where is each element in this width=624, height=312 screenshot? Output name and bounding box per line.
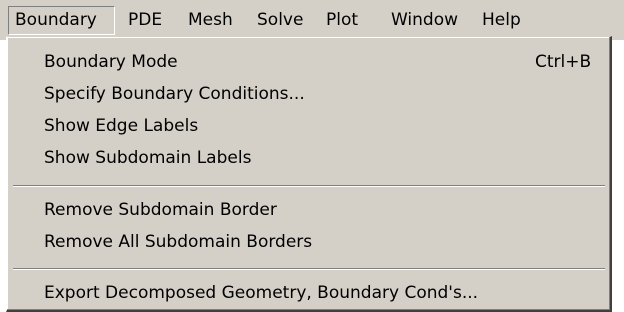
menu-item-label: Specify Boundary Conditions... <box>44 84 305 104</box>
menu-item-label: Boundary Mode <box>44 52 178 72</box>
menu-separator <box>13 185 605 187</box>
menu-item-remove-all-subdomain-borders[interactable]: Remove All Subdomain Borders <box>7 227 607 257</box>
menu-window[interactable]: Window <box>385 6 464 35</box>
app-window: Boundary PDE Mesh Solve Plot Window Help… <box>0 0 624 312</box>
menu-plot[interactable]: Plot <box>320 6 364 35</box>
menu-item-show-edge-labels[interactable]: Show Edge Labels <box>7 111 607 141</box>
menu-item-remove-subdomain-border[interactable]: Remove Subdomain Border <box>7 195 607 225</box>
menu-item-label: Show Edge Labels <box>44 116 199 136</box>
menu-item-label: Show Subdomain Labels <box>44 148 252 168</box>
menu-item-shortcut: Ctrl+B <box>535 52 592 72</box>
menu-separator <box>13 268 605 270</box>
menu-help[interactable]: Help <box>476 6 527 35</box>
menu-pde[interactable]: PDE <box>122 6 168 35</box>
menu-bar: Boundary PDE Mesh Solve Plot Window Help <box>0 0 624 40</box>
menu-mesh[interactable]: Mesh <box>182 6 239 35</box>
boundary-dropdown-menu: Boundary Mode Ctrl+B Specify Boundary Co… <box>6 36 612 312</box>
menu-item-specify-boundary-conditions[interactable]: Specify Boundary Conditions... <box>7 79 607 109</box>
menu-item-label: Remove All Subdomain Borders <box>44 232 313 252</box>
menu-item-label: Export Decomposed Geometry, Boundary Con… <box>44 283 479 303</box>
menu-boundary[interactable]: Boundary <box>8 6 115 35</box>
menu-item-boundary-mode[interactable]: Boundary Mode Ctrl+B <box>7 47 607 77</box>
menu-item-show-subdomain-labels[interactable]: Show Subdomain Labels <box>7 143 607 173</box>
menu-item-label: Remove Subdomain Border <box>44 200 277 220</box>
menu-solve[interactable]: Solve <box>251 6 309 35</box>
menu-item-export-decomposed-geometry[interactable]: Export Decomposed Geometry, Boundary Con… <box>7 278 607 308</box>
